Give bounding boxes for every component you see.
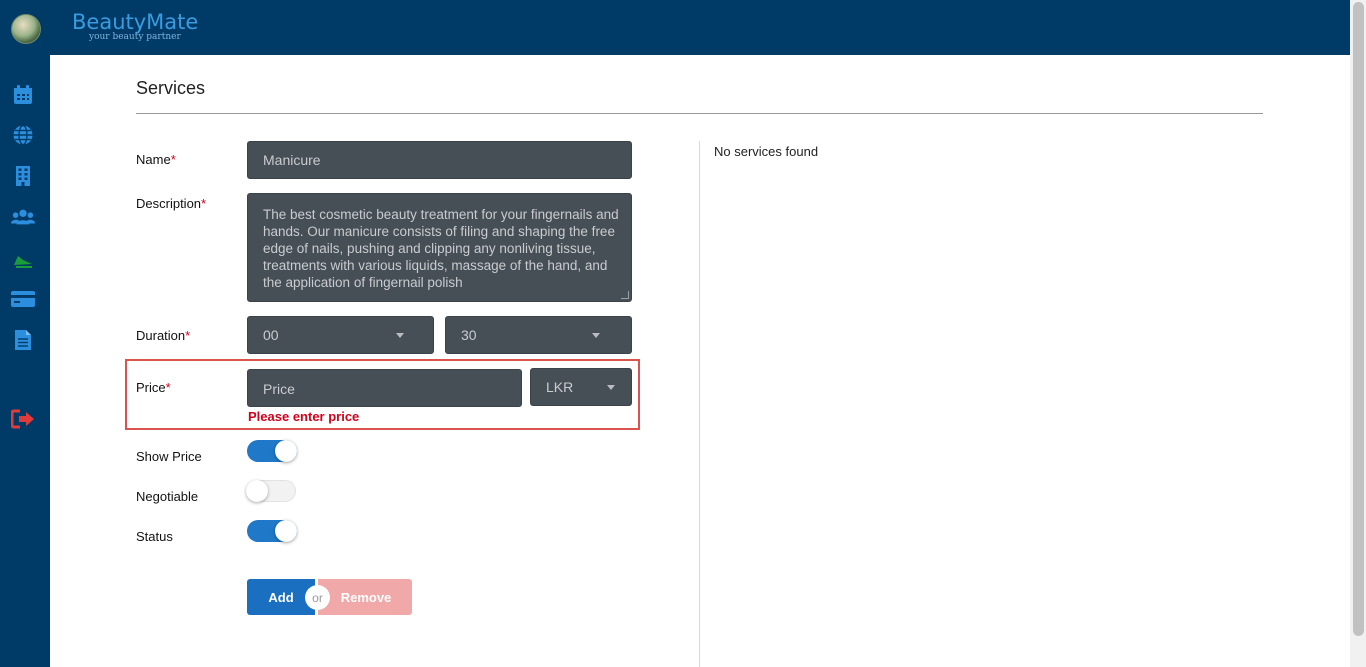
chart-icon[interactable] (11, 246, 35, 270)
vertical-scrollbar[interactable] (1350, 0, 1366, 667)
user-avatar[interactable] (11, 14, 41, 44)
duration-minutes-select[interactable]: 30 (445, 316, 632, 354)
duration-hours-value: 00 (263, 327, 279, 343)
users-icon[interactable] (11, 205, 35, 229)
description-value: The best cosmetic beauty treatment for y… (263, 207, 619, 290)
building-icon[interactable] (11, 164, 35, 188)
duration-label: Duration* (136, 328, 191, 343)
negotiable-toggle[interactable] (246, 480, 296, 502)
scrollbar-thumb[interactable] (1353, 2, 1364, 636)
price-input[interactable]: Price (247, 369, 522, 407)
currency-value: LKR (546, 379, 574, 395)
status-label: Status (136, 529, 173, 544)
currency-select[interactable]: LKR (530, 368, 632, 406)
price-error-message: Please enter price (248, 409, 360, 424)
chevron-down-icon (396, 333, 404, 338)
toggle-knob (246, 480, 268, 502)
chevron-down-icon (607, 385, 615, 390)
title-divider (136, 113, 1263, 114)
brand-name: BeautyMate (72, 10, 199, 34)
name-label: Name* (136, 152, 176, 167)
show-price-label: Show Price (136, 449, 202, 464)
status-toggle[interactable] (247, 520, 297, 542)
price-placeholder: Price (263, 381, 295, 397)
negotiable-label: Negotiable (136, 489, 199, 504)
duration-minutes-value: 30 (461, 327, 477, 343)
remove-button[interactable]: Remove (318, 579, 412, 615)
price-label: Price* (136, 380, 171, 395)
chevron-down-icon (592, 333, 600, 338)
description-textarea[interactable]: The best cosmetic beauty treatment for y… (247, 193, 632, 302)
show-price-toggle[interactable] (247, 440, 297, 462)
credit-card-icon[interactable] (11, 287, 35, 311)
main-content: Services Name* Manicure Description* The… (50, 55, 1350, 667)
or-separator: or (305, 585, 330, 610)
document-icon[interactable] (11, 328, 35, 352)
name-input[interactable]: Manicure (247, 141, 632, 179)
duration-hours-select[interactable]: 00 (247, 316, 434, 354)
toggle-knob (275, 440, 297, 462)
page-title: Services (136, 78, 206, 98)
logout-icon[interactable] (11, 407, 35, 431)
resize-handle-icon[interactable] (621, 291, 629, 299)
description-label: Description* (136, 196, 207, 211)
top-header: BeautyMate your beauty partner (0, 0, 1350, 55)
name-input-value: Manicure (263, 152, 321, 168)
calendar-icon[interactable] (11, 83, 35, 107)
brand-logo[interactable]: BeautyMate your beauty partner (72, 10, 198, 42)
globe-icon[interactable] (11, 123, 35, 147)
panel-divider (699, 141, 700, 667)
toggle-knob (275, 520, 297, 542)
services-empty-message: No services found (714, 144, 819, 159)
sidebar (0, 55, 50, 667)
